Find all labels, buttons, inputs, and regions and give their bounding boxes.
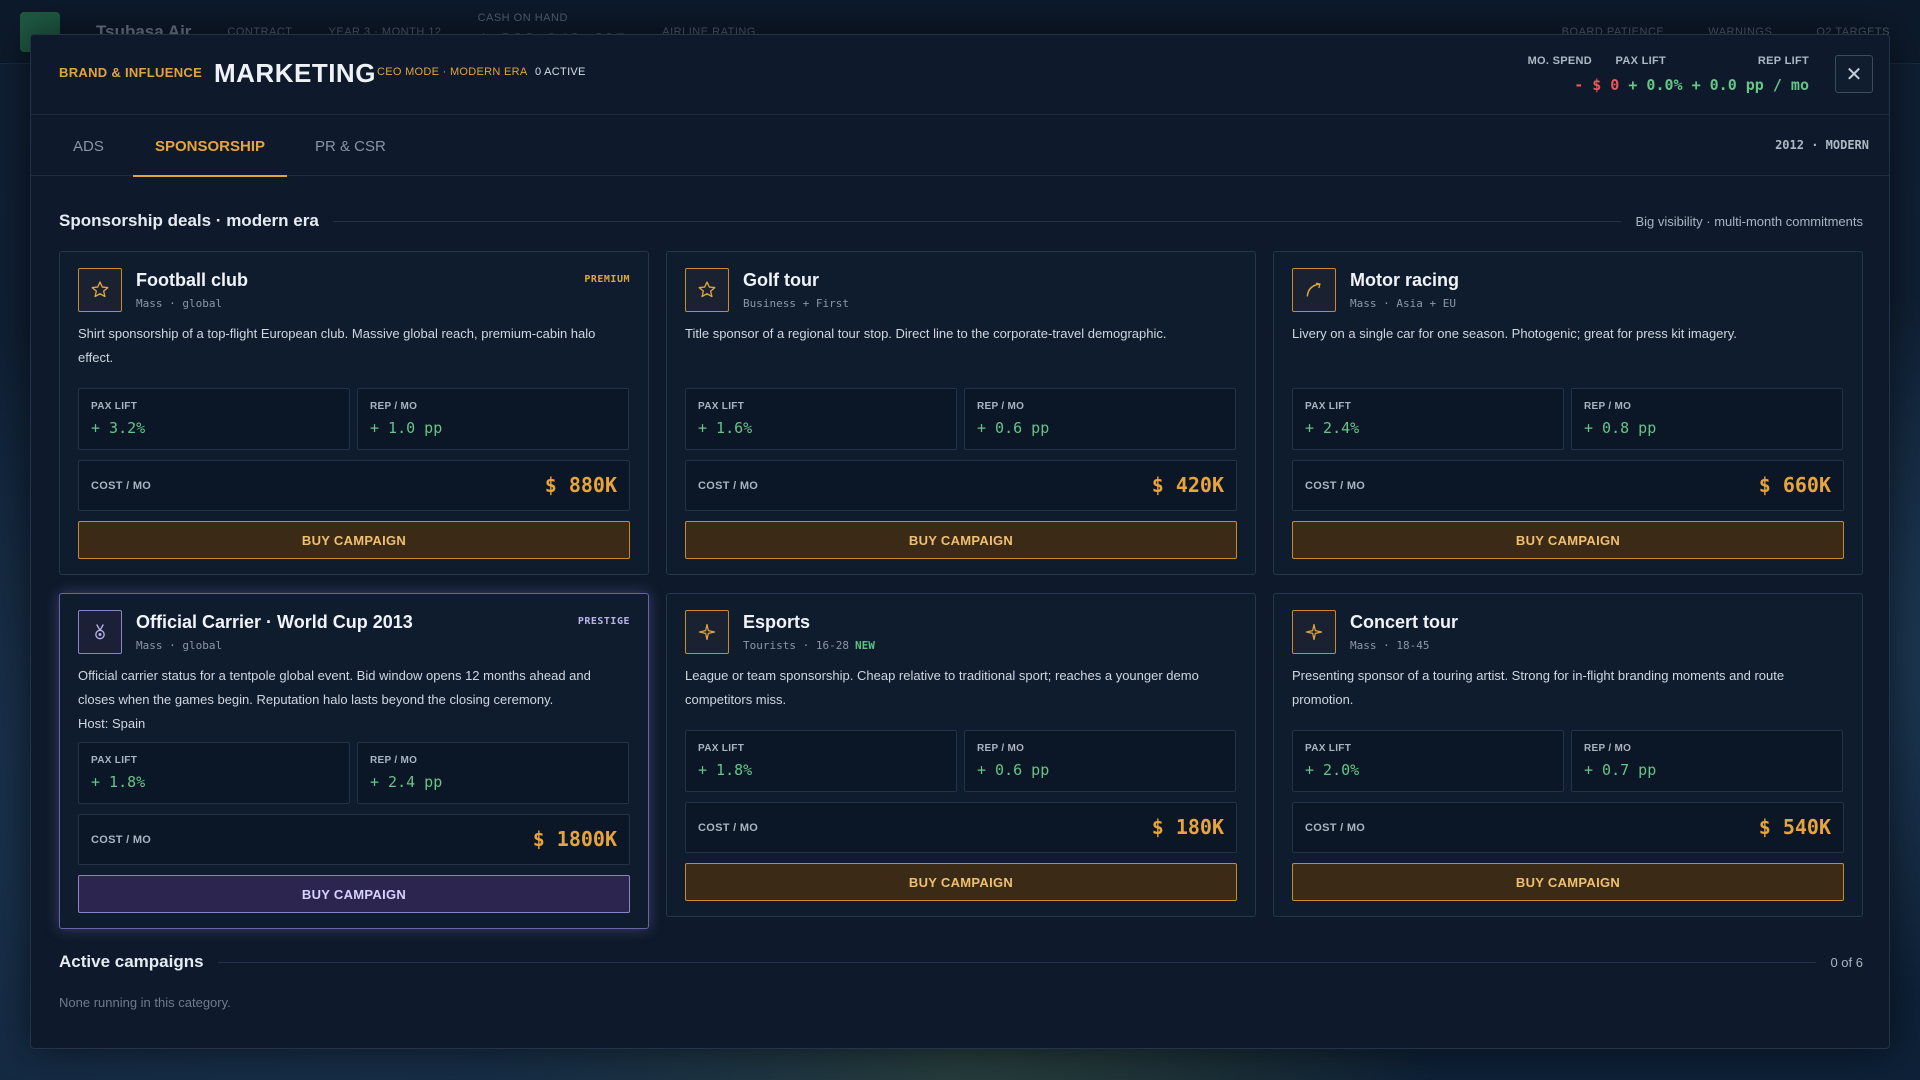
card-description: Presenting sponsor of a touring artist. … [1292, 668, 1785, 707]
star-icon [685, 268, 729, 312]
rep-metric: REP / MO + 0.7 pp [1571, 730, 1843, 792]
host-note: Host: Spain [78, 716, 146, 731]
cost-row: COST / MO $ 880K [78, 460, 630, 511]
modal-kicker: BRAND & INFLUENCE [59, 65, 203, 80]
cost-row: COST / MO $ 420K [685, 460, 1237, 511]
card-audience: Mass · global [136, 297, 223, 310]
new-badge: NEW [854, 639, 875, 652]
sponsorship-card-world-cup: Official Carrier · World Cup 2013 Mass ·… [59, 593, 649, 929]
star-icon [78, 268, 122, 312]
close-button[interactable]: ✕ [1835, 55, 1873, 93]
pax-lift-value: + 0.0% [1628, 76, 1683, 94]
mode-tag: CEO MODE · MODERN ERA [377, 66, 528, 78]
modal-title: MARKETING [214, 58, 376, 88]
buy-campaign-button[interactable]: BUY CAMPAIGN [1292, 521, 1844, 559]
card-audience: Mass · global [136, 639, 223, 652]
prestige-badge: PRESTIGE [577, 616, 630, 627]
sponsorship-section-header: Sponsorship deals · modern era Big visib… [59, 210, 1863, 232]
cost-row: COST / MO $ 1800K [78, 814, 630, 865]
sparkle-icon [685, 610, 729, 654]
empty-state-message: None running in this category. [59, 995, 231, 1010]
sponsorship-card-golf: Golf tour Business + First Title sponsor… [666, 251, 1256, 575]
card-audience: Mass · 18-45 [1350, 639, 1430, 652]
spend-label: MO. SPEND [1527, 55, 1592, 67]
cost-value: $ 880K [544, 473, 617, 497]
cost-row: COST / MO $ 180K [685, 802, 1237, 853]
cost-row: COST / MO $ 660K [1292, 460, 1844, 511]
active-campaigns-count: 0 of 6 [1830, 954, 1863, 970]
card-title: Motor racing [1350, 270, 1460, 290]
active-count: 0 ACTIVE [535, 66, 586, 78]
rep-metric: REP / MO + 2.4 pp [357, 742, 629, 804]
tab-bar: ADS SPONSORSHIP PR & CSR 2012 · MODERN [31, 116, 1889, 177]
premium-badge: PREMIUM [584, 274, 630, 285]
gauge-icon [1292, 268, 1336, 312]
card-description: Shirt sponsorship of a top-flight Europe… [78, 326, 596, 365]
tab-ads[interactable]: ADS [51, 116, 126, 176]
sparkle-icon [1292, 610, 1336, 654]
active-campaigns-header: Active campaigns 0 of 6 [59, 951, 1863, 973]
card-description: Official carrier status for a tentpole g… [78, 668, 591, 731]
pax-lift-metric: PAX LIFT + 1.8% [78, 742, 350, 804]
card-audience: Mass · Asia + EU [1350, 297, 1456, 310]
pax-lift-metric: PAX LIFT + 1.8% [685, 730, 957, 792]
buy-campaign-button[interactable]: BUY CAMPAIGN [78, 875, 630, 913]
rep-metric: REP / MO + 0.6 pp [964, 388, 1236, 450]
pax-lift-metric: PAX LIFT + 1.6% [685, 388, 957, 450]
rep-lift-label: REP LIFT [1757, 55, 1809, 67]
card-title: Esports [743, 612, 811, 632]
divider [332, 220, 1622, 222]
medal-icon [78, 610, 122, 654]
active-campaigns-title: Active campaigns [59, 952, 204, 971]
pax-lift-metric: PAX LIFT + 2.4% [1292, 388, 1564, 450]
close-icon: ✕ [1845, 63, 1863, 86]
section-title: Sponsorship deals · modern era [59, 211, 319, 230]
sponsorship-card-football: Football club Mass · global PREMIUM Shir… [59, 251, 649, 575]
cost-value: $ 540K [1758, 815, 1831, 839]
buy-campaign-button[interactable]: BUY CAMPAIGN [685, 521, 1237, 559]
era-indicator: 2012 · MODERN [1775, 138, 1869, 152]
sponsorship-card-esports: Esports Tourists · 16-28 NEW League or te… [666, 593, 1256, 917]
card-title: Golf tour [743, 270, 819, 290]
pax-lift-metric: PAX LIFT + 3.2% [78, 388, 350, 450]
card-description: Title sponsor of a regional tour stop. D… [685, 326, 1167, 341]
sponsorship-card-concert: Concert tour Mass · 18-45 Presenting spo… [1273, 593, 1863, 917]
card-title: Official Carrier · World Cup 2013 [136, 612, 413, 632]
rep-lift-value: + 0.0 pp / mo [1691, 76, 1809, 94]
cost-value: $ 180K [1151, 815, 1224, 839]
card-audience: Business + First [743, 297, 849, 310]
sponsorship-card-motor-racing: Motor racing Mass · Asia + EU Livery on … [1273, 251, 1863, 575]
card-description: League or team sponsorship. Cheap relati… [685, 668, 1199, 707]
pax-lift-label: PAX LIFT [1615, 55, 1666, 67]
cost-value: $ 660K [1758, 473, 1831, 497]
card-title: Football club [136, 270, 248, 290]
rep-metric: REP / MO + 1.0 pp [357, 388, 629, 450]
cost-value: $ 420K [1151, 473, 1224, 497]
buy-campaign-button[interactable]: BUY CAMPAIGN [78, 521, 630, 559]
buy-campaign-button[interactable]: BUY CAMPAIGN [685, 863, 1237, 901]
marketing-modal: BRAND & INFLUENCE MARKETING CEO MODE · M… [30, 34, 1890, 1049]
lift-summary: - $ 0 + 0.0% + 0.0 pp / mo [1574, 76, 1809, 94]
card-description: Livery on a single car for one season. P… [1292, 326, 1737, 341]
card-title: Concert tour [1350, 612, 1458, 632]
cost-value: $ 1800K [532, 827, 617, 851]
buy-campaign-button[interactable]: BUY CAMPAIGN [1292, 863, 1844, 901]
rep-metric: REP / MO + 0.6 pp [964, 730, 1236, 792]
section-subtitle: Big visibility · multi-month commitments [1635, 213, 1863, 229]
cost-row: COST / MO $ 540K [1292, 802, 1844, 853]
tab-sponsorship[interactable]: SPONSORSHIP [133, 116, 288, 177]
modal-header: BRAND & INFLUENCE MARKETING CEO MODE · M… [31, 35, 1889, 115]
spend-value: - $ 0 [1574, 76, 1620, 94]
card-audience: Tourists · 16-28 NEW [743, 639, 875, 652]
tab-pr-csr[interactable]: PR & CSR [293, 116, 408, 176]
rep-metric: REP / MO + 0.8 pp [1571, 388, 1843, 450]
pax-lift-metric: PAX LIFT + 2.0% [1292, 730, 1564, 792]
divider [217, 961, 1817, 963]
